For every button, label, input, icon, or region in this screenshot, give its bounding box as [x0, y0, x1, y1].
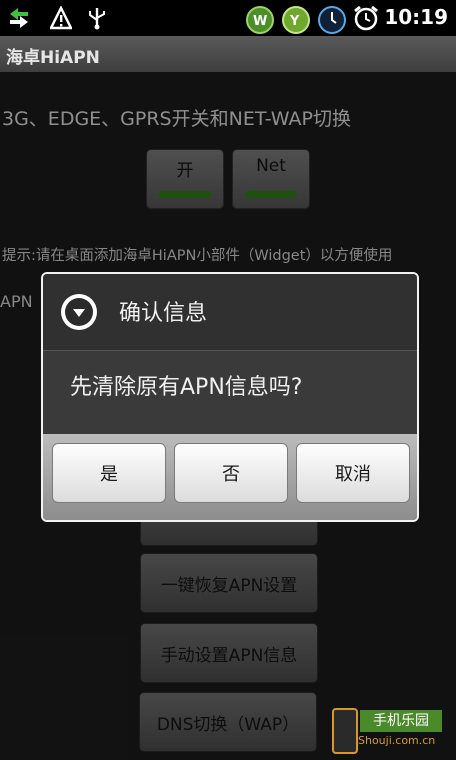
- confirm-dialog: 确认信息 先清除原有APN信息吗? 是 否 取消: [41, 272, 419, 522]
- cancel-button[interactable]: 取消: [296, 443, 410, 503]
- no-button[interactable]: 否: [174, 443, 288, 503]
- app-w-icon: W: [246, 6, 274, 34]
- watermark-name: 手机乐园: [360, 710, 442, 732]
- dialog-button-bar: 是 否 取消: [43, 434, 417, 520]
- app-title-bar: 海卓HiAPN: [0, 36, 456, 73]
- status-time: 10:19: [384, 5, 448, 29]
- dialog-title: 确认信息: [119, 301, 208, 326]
- watermark-logo: 手机乐园 Shouji.com.cn: [330, 708, 446, 754]
- status-bar: W Y 10:19: [0, 0, 456, 36]
- svg-text:Y: Y: [289, 14, 300, 29]
- data-transfer-icon: [10, 8, 28, 28]
- watermark-url: Shouji.com.cn: [358, 734, 436, 747]
- dialog-message: 先清除原有APN信息吗?: [70, 375, 303, 400]
- dialog-header: 确认信息: [43, 274, 417, 351]
- dropdown-arrow-icon: [61, 294, 97, 330]
- usb-icon: [89, 8, 105, 30]
- app-y-icon: Y: [282, 6, 310, 34]
- clock-circle-icon: [318, 6, 346, 34]
- svg-text:W: W: [253, 14, 267, 29]
- warning-icon: [50, 6, 72, 30]
- app-title: 海卓HiAPN: [6, 48, 100, 68]
- phone-icon: [332, 708, 358, 754]
- yes-button[interactable]: 是: [52, 443, 166, 503]
- alarm-clock-icon: [354, 5, 378, 31]
